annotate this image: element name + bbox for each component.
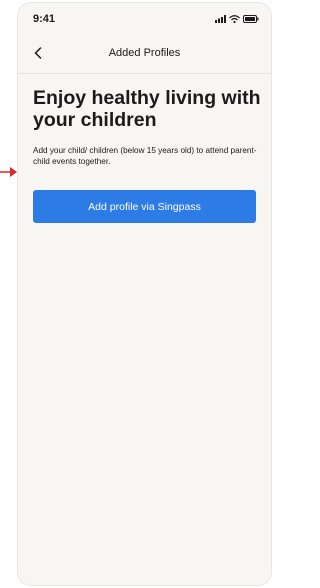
cellular-signal-icon [215,15,226,23]
red-arrow-icon [0,167,17,177]
navigation-bar: Added Profiles [18,37,271,74]
phone-screen: 9:41 Added Profiles Enjoy healthy living… [17,2,272,586]
add-profile-singpass-button[interactable]: Add profile via Singpass [33,190,256,223]
description-text: Add your child/ children (below 15 years… [33,146,257,166]
status-time: 9:41 [33,13,56,25]
page-title: Added Profiles [108,47,181,59]
status-bar: 9:41 [18,3,271,37]
status-icons [215,15,259,23]
heading: Enjoy healthy living with your children [33,87,261,131]
wifi-icon [229,15,240,23]
battery-icon [243,15,259,23]
